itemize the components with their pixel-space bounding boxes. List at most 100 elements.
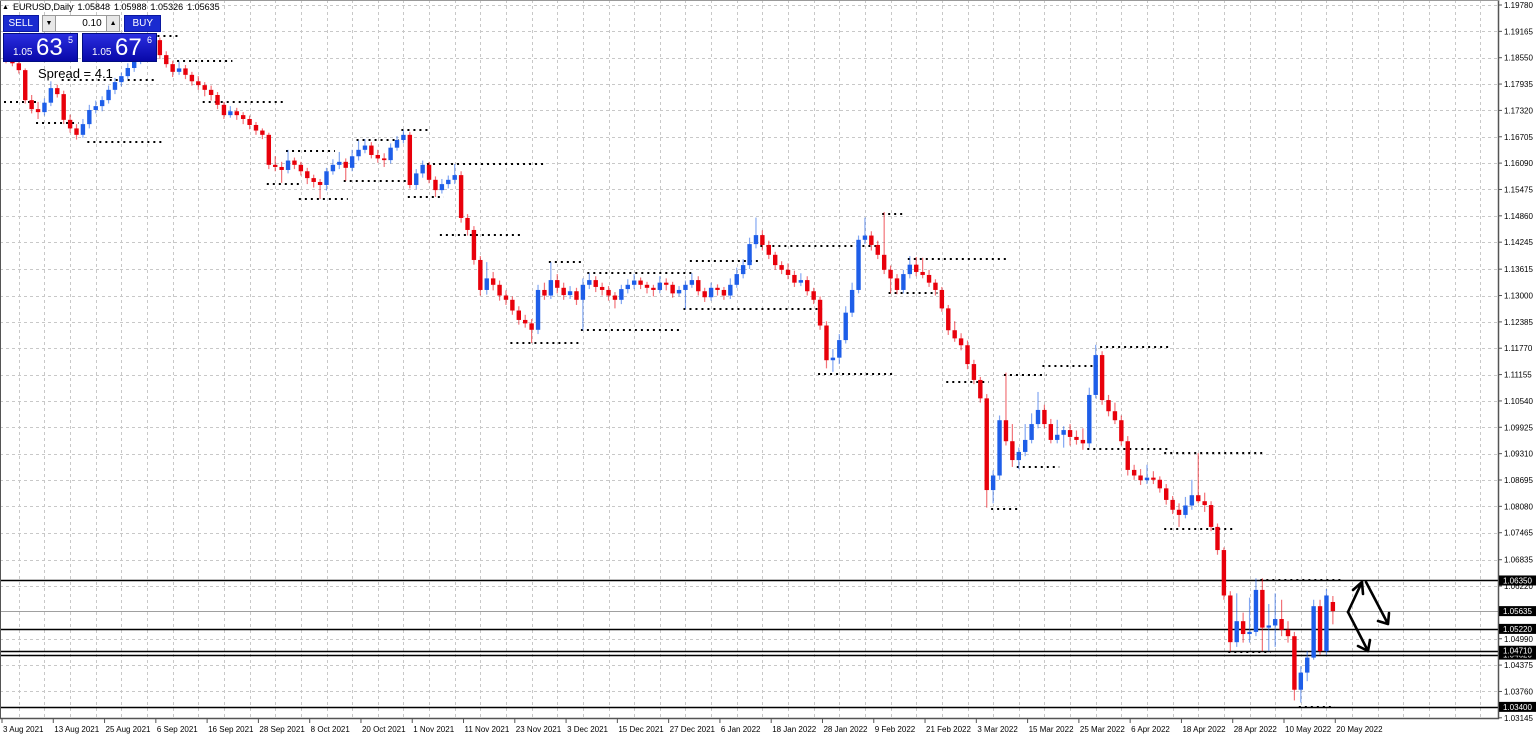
arrow-down-icon[interactable] [1346,610,1372,653]
candle-body [965,345,970,365]
lot-decrease-button[interactable]: ▼ [41,15,57,32]
chart-header: ▲ EURUSD,Daily 1.05848 1.05988 1.05326 1… [2,2,220,12]
price-line-value: 1.04710 [1503,647,1532,656]
candle-body [817,299,823,326]
bear-candle [984,394,989,508]
buy-price-box[interactable]: 1.05 67 6 [82,33,157,62]
bear-candle [805,276,810,296]
time-tick-label: 23 Nov 2021 [516,725,562,734]
bull-candle [798,273,804,287]
candle-body [670,284,675,294]
candle-body [978,379,983,399]
candle-body [61,94,66,120]
candle-body [1151,477,1156,480]
candle-body [208,89,214,95]
candle-body [888,269,893,279]
price-tick-label: 1.10540 [1504,397,1533,406]
lot-increase-button[interactable]: ▲ [105,15,121,32]
candle-body [606,289,611,296]
bear-candle [1080,428,1086,450]
candle-body [298,164,304,172]
price-tick-label: 1.08695 [1504,476,1533,485]
drawn-arrows[interactable] [1346,580,1391,653]
price-tick-label: 1.07465 [1504,529,1533,538]
bear-candle [958,333,964,351]
candle-body [1067,430,1073,437]
candle-body [1330,601,1336,612]
sell-price-fraction: 5 [68,35,74,45]
symbol-timeframe: EURUSD,Daily [12,2,74,12]
candle-body [1298,672,1304,690]
candle-body [1106,400,1111,412]
candle-body [574,291,579,300]
bear-candle [926,269,932,287]
candle-body [1208,505,1214,527]
bull-candle [1055,419,1060,444]
bear-candle [971,359,977,385]
bear-candle [247,115,252,130]
bear-candle [792,270,797,287]
chevron-down-icon: ▼ [45,20,53,27]
ohlc-high: 1.05988 [114,2,147,12]
lot-size-input[interactable]: 0.10 [56,15,106,32]
candle-body [773,254,778,266]
bear-candle [497,280,502,301]
candle-body [23,70,28,101]
bull-candle [619,284,624,305]
price-tick-label: 1.17935 [1504,80,1533,89]
bear-candle [773,251,778,270]
candle-body [42,102,47,113]
sell-price-box[interactable]: 1.05 63 5 [3,33,78,62]
candle-body [317,181,323,185]
candle-body [1061,430,1066,435]
price-tick-label: 1.09925 [1504,423,1533,432]
bear-candle [1330,595,1336,625]
bear-candle [375,149,380,163]
time-tick-label: 15 Dec 2021 [618,725,664,734]
price-tick-label: 1.11155 [1504,371,1532,380]
candle-body [407,134,413,185]
candle-body [971,364,977,380]
bear-candle [458,171,464,223]
arrow-down-right-icon[interactable] [1364,580,1391,626]
bear-candle [1125,436,1130,476]
bear-candle [1215,523,1220,555]
candle-body [612,295,618,300]
bull-candle [337,151,342,170]
bear-candle [1279,599,1284,637]
bull-candle [285,149,291,174]
bear-candle [164,51,169,68]
candle-body [715,287,720,290]
candle-body [29,100,34,110]
collapse-triangle-icon[interactable]: ▲ [2,4,9,11]
candle-body [67,119,73,129]
buy-button[interactable]: BUY [124,15,161,32]
bear-candle [1157,476,1162,493]
time-tick-label: 1 Nov 2021 [413,725,454,734]
candle-body [1228,595,1233,643]
bull-candle [324,167,329,191]
candle-body [1087,394,1092,444]
bear-candle [952,321,957,342]
candle-body [740,265,746,275]
bear-candle [721,286,727,300]
candle-body [305,171,310,179]
price-tick-label: 1.06835 [1504,556,1533,565]
bear-candle [523,314,528,328]
time-tick-label: 25 Mar 2022 [1080,725,1125,734]
candle-body [856,239,861,290]
candle-body [721,289,727,296]
buy-price-fraction: 6 [147,35,153,45]
candle-body [1176,509,1182,515]
price-chart[interactable]: 1.19780 1.19165 1.18550 1.17935 1.17320 1.167… [0,0,1536,738]
time-tick-label: 28 Jan 2022 [823,725,868,734]
bear-candle [343,158,348,181]
time-tick-label: 21 Feb 2022 [926,725,971,734]
candle-body [587,280,592,285]
spread-label: Spread = 4.1 [38,66,113,81]
sell-button[interactable]: SELL [3,15,39,32]
candle-body [414,173,419,185]
candle-body [946,308,951,331]
bear-candle [593,276,598,293]
bull-candle [837,334,842,365]
